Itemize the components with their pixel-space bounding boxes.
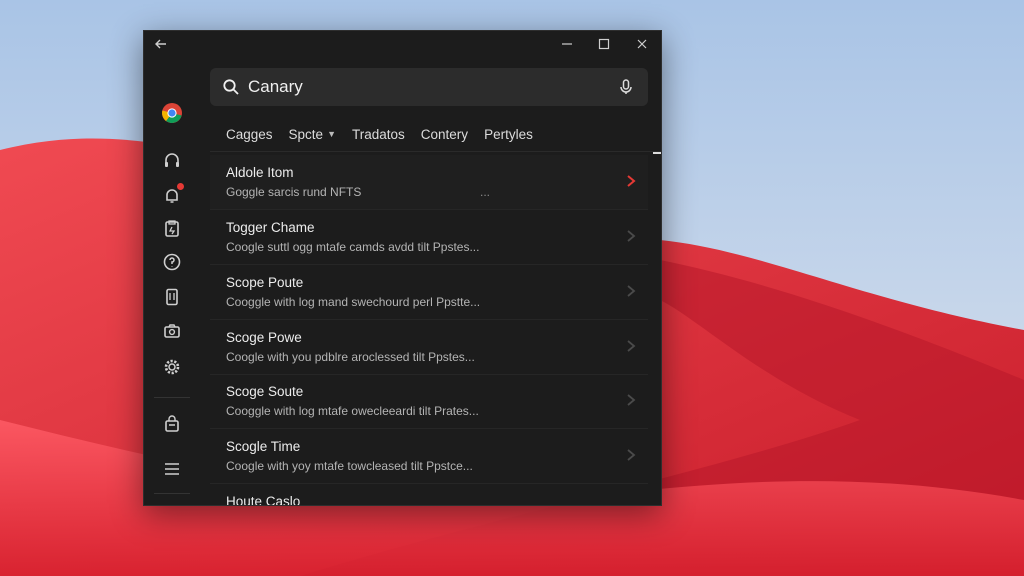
settings-gear-icon[interactable]: [161, 356, 183, 378]
item-title: Scoge Soute: [226, 384, 304, 399]
item-title: Scogle Time: [226, 439, 301, 454]
minimize-icon[interactable]: [558, 35, 576, 53]
list-item[interactable]: Scogle Time Coogle with yoy mtafe towcle…: [210, 429, 648, 484]
help-circle-icon[interactable]: [161, 251, 183, 273]
list-item[interactable]: Scope Poute Cooggle with log mand swecho…: [210, 265, 648, 320]
filter-chip[interactable]: Tradatos: [352, 123, 405, 145]
item-title: Scope Poute: [226, 275, 304, 290]
filter-label: Spcte: [288, 126, 324, 142]
app-window: Cagges Spcte▼ Tradatos Contery Pertyles …: [143, 30, 662, 506]
menu-icon[interactable]: [161, 458, 183, 480]
item-subtitle: Coogle with yoy mtafe towcleased tilt Pp…: [226, 459, 473, 473]
microphone-icon[interactable]: [616, 77, 636, 97]
item-title: Scoge Powe: [226, 330, 302, 345]
filter-bar: Cagges Spcte ▼ Tradatos Contery Pertyles: [226, 123, 549, 145]
item-title: Togger Chame: [226, 220, 315, 235]
notification-badge: [177, 183, 184, 190]
filter-label: Contery: [420, 126, 469, 142]
chevron-right-icon[interactable]: [624, 173, 638, 189]
divider: [210, 151, 661, 152]
filter-chip[interactable]: Cagges: [226, 123, 273, 145]
search-input[interactable]: [248, 74, 608, 100]
back-arrow-icon[interactable]: [152, 35, 170, 53]
filter-label: Cagges: [226, 126, 273, 142]
phone-icon[interactable]: [161, 286, 183, 308]
chevron-right-icon[interactable]: [624, 392, 638, 408]
filter-chip-dropdown[interactable]: Spcte ▼: [289, 123, 336, 145]
chevron-right-icon[interactable]: [624, 228, 638, 244]
filter-chip-dropdown[interactable]: Contery: [421, 123, 468, 145]
scrollbar-thumb[interactable]: [653, 152, 661, 154]
results-list: Aldole Itom Goggle sarcis rund NFTS ... …: [210, 155, 648, 505]
rail-divider: [154, 397, 190, 398]
list-item[interactable]: Togger Chame Coogle suttl ogg mtafe camd…: [210, 210, 648, 265]
camera-icon[interactable]: [161, 320, 183, 342]
item-subtitle: Goggle sarcis rund NFTS: [226, 185, 362, 199]
item-subtitle: Coogle suttl ogg mtafe camds avdd tilt P…: [226, 240, 480, 254]
chevron-down-icon: ▼: [327, 129, 336, 139]
notification-icon[interactable]: [161, 183, 184, 207]
rail-divider: [154, 493, 190, 494]
close-icon[interactable]: [633, 35, 651, 53]
search-bar[interactable]: [210, 68, 648, 106]
maximize-icon[interactable]: [595, 35, 613, 53]
list-item[interactable]: Scoge Soute Cooggle with log mtafe owecl…: [210, 374, 648, 429]
filter-label: Tradatos: [352, 126, 405, 142]
chevron-right-icon[interactable]: [624, 338, 638, 354]
filter-label: Pertyles: [484, 126, 533, 142]
chevron-right-icon[interactable]: [624, 447, 638, 463]
item-subtitle: Coogle with you pdblre aroclessed tilt P…: [226, 350, 475, 364]
title-bar: [144, 31, 661, 57]
item-subtitle: Cooggle with log mand swechourd perl Pps…: [226, 295, 481, 309]
item-title: Houte Caslo: [226, 494, 301, 506]
list-item[interactable]: Scoge Powe Coogle with you pdblre arocle…: [210, 320, 648, 375]
headphones-icon[interactable]: [161, 149, 183, 171]
chevron-right-icon[interactable]: [624, 283, 638, 299]
item-subtitle: Cooggle with log mtafe owecleeardi tilt …: [226, 404, 479, 418]
list-item[interactable]: Houte Caslo: [210, 484, 648, 506]
clipboard-icon[interactable]: [161, 217, 183, 239]
list-item[interactable]: Aldole Itom Goggle sarcis rund NFTS ...: [210, 155, 648, 210]
item-ellipsis: ...: [480, 185, 491, 199]
item-title: Aldole Itom: [226, 165, 294, 180]
side-rail: [144, 57, 200, 505]
search-icon: [223, 79, 239, 95]
chrome-logo[interactable]: [161, 102, 183, 124]
filter-chip[interactable]: Pertyles: [484, 123, 533, 145]
bag-icon[interactable]: [161, 413, 183, 435]
